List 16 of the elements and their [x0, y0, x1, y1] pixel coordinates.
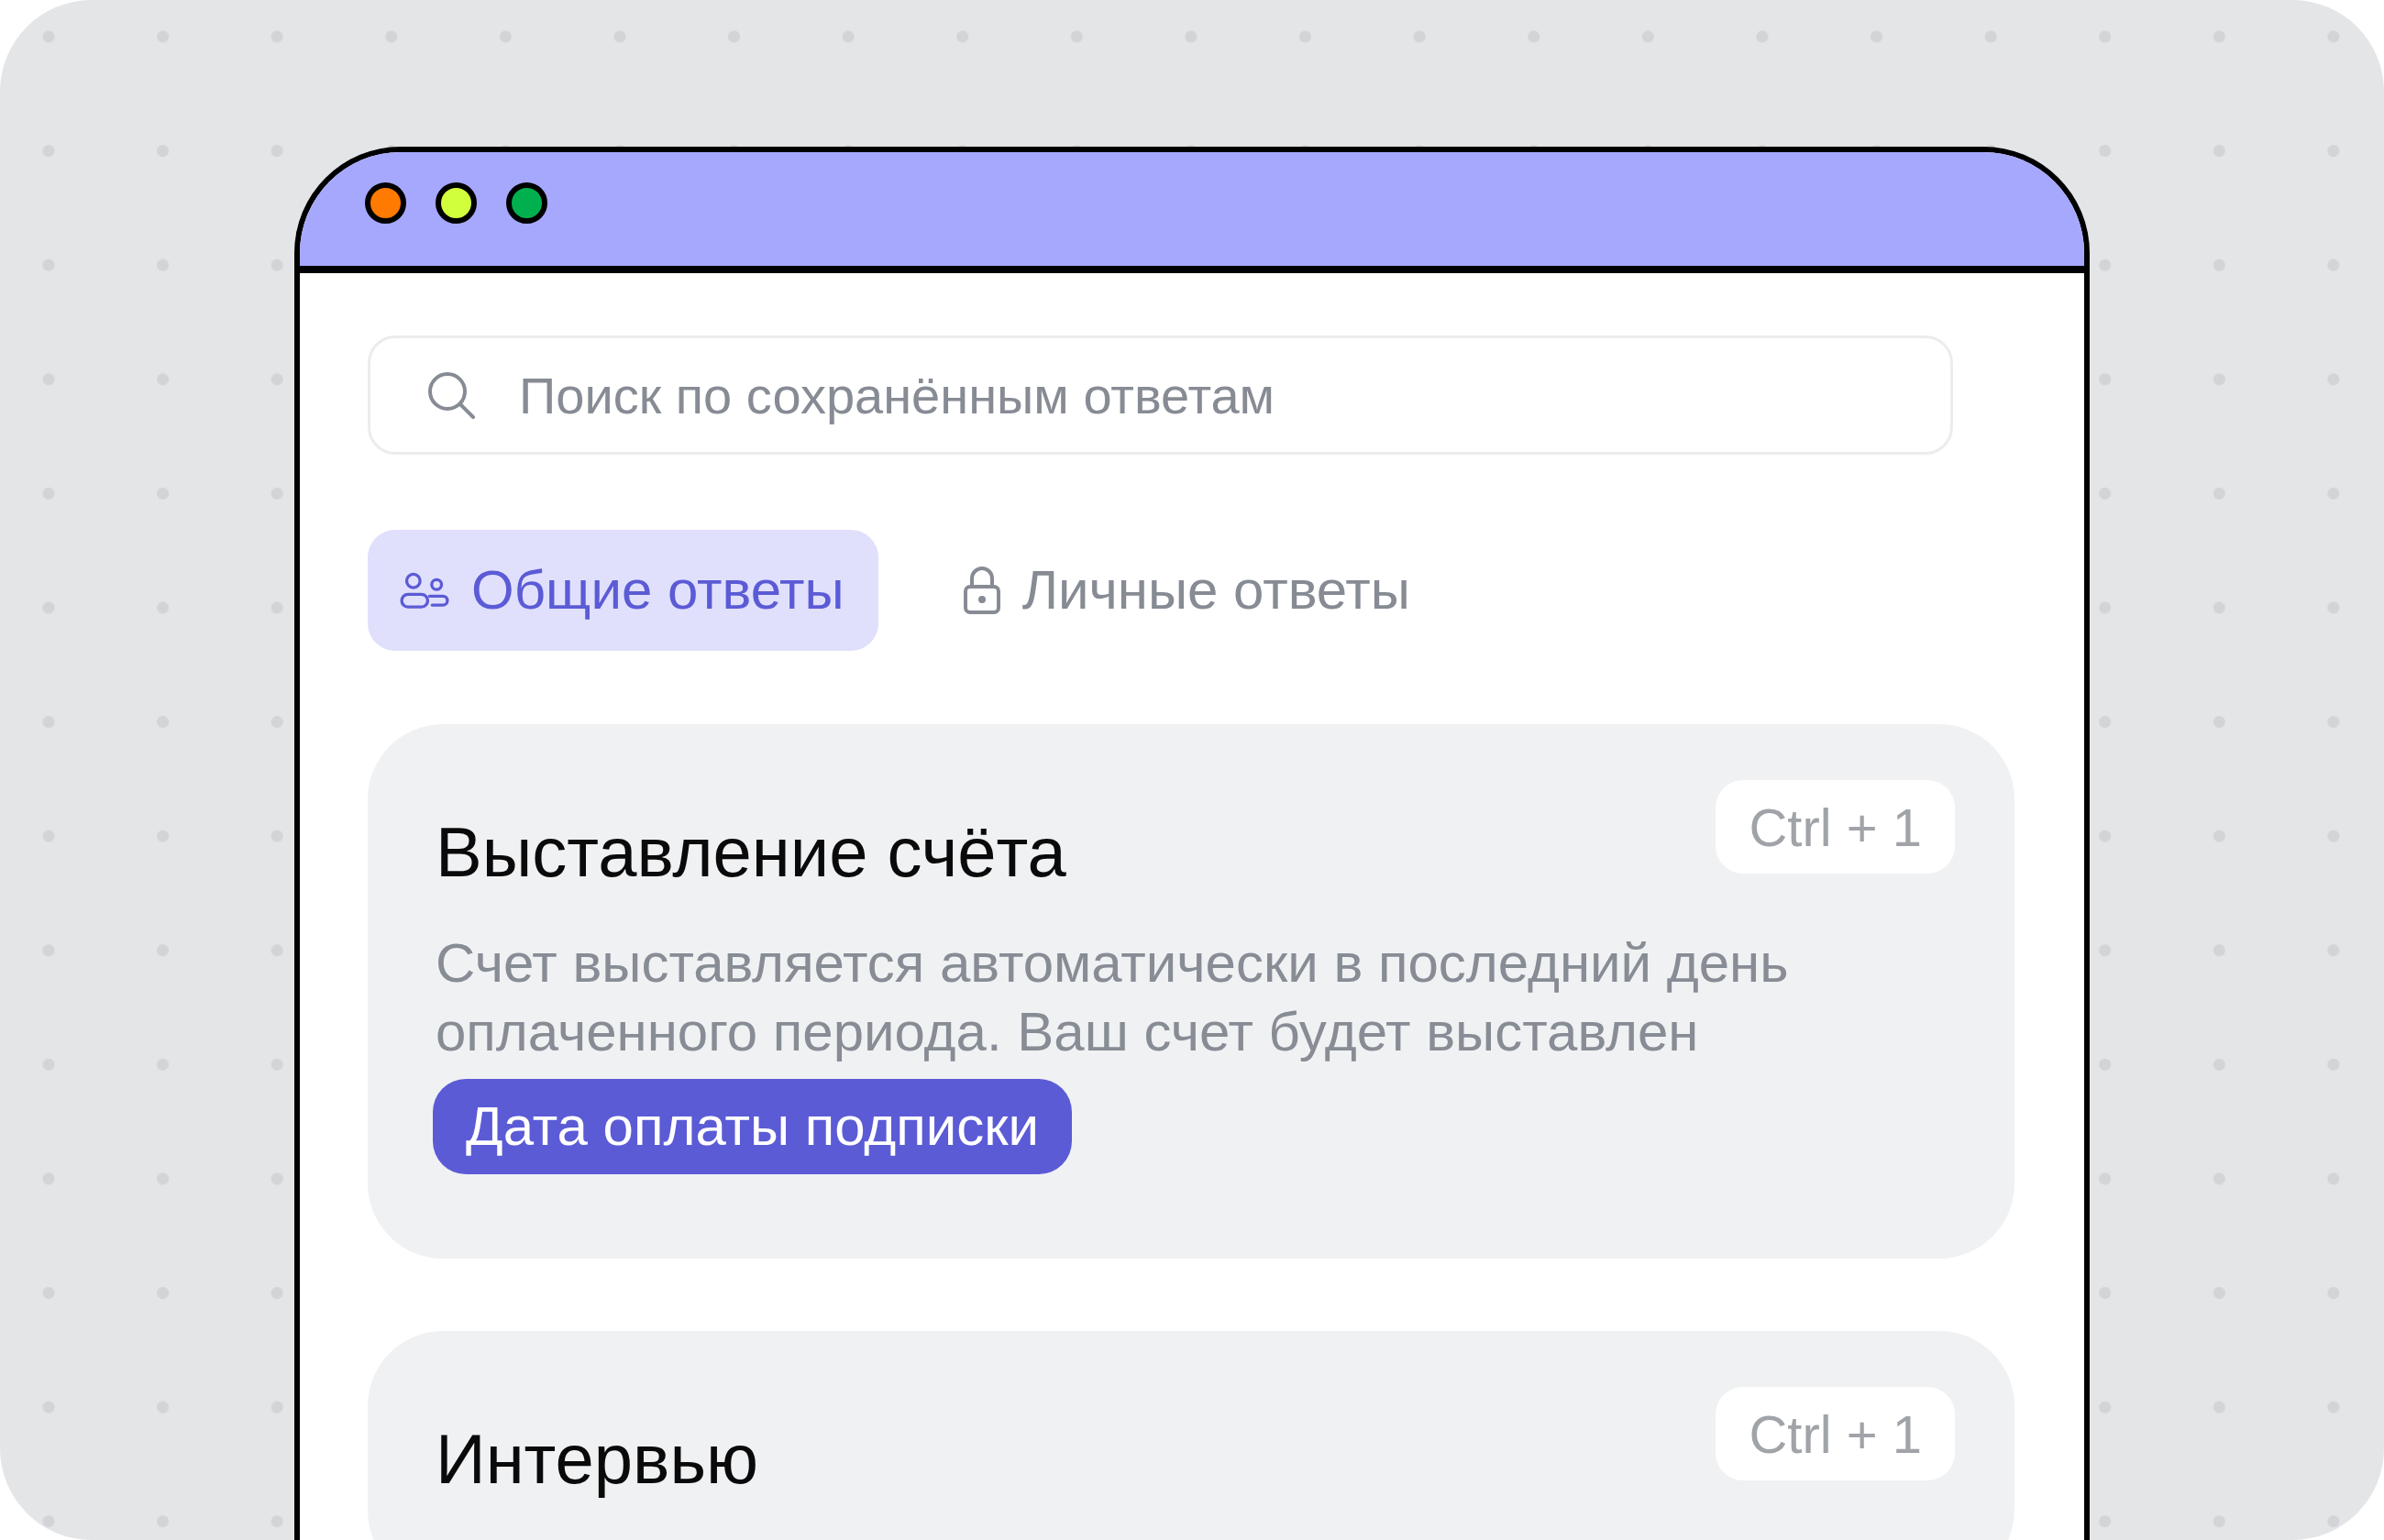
answer-text: Счет выставляется автоматически в последний день оплаченного периода. Ваш счет будет выставлен	[436, 931, 1790, 1064]
window-control-dot-icon[interactable]	[506, 182, 547, 224]
window-control-dot-icon[interactable]	[436, 182, 477, 224]
shortcut-hint: Ctrl + 1	[1716, 1387, 1955, 1480]
shortcut-hint: Ctrl + 1	[1716, 780, 1955, 874]
search-field[interactable]: Поиск по сохранённым ответам	[368, 336, 1953, 455]
saved-answer-card[interactable]: Интервью Ctrl + 1	[368, 1331, 2014, 1540]
padlock-icon	[962, 566, 1001, 615]
answer-title: Выставление счёта	[436, 812, 1066, 893]
two-people-icon	[400, 571, 450, 610]
template-variable-tag: Дата оплаты подписки	[433, 1079, 1073, 1174]
window-control-dot-icon[interactable]	[365, 182, 406, 224]
search-icon	[425, 369, 477, 421]
saved-answer-card[interactable]: Выставление счёта Ctrl + 1 Счет выставляется автоматически в последний день оплаченного периода. Ваш счет будет выставлен Дата оплаты подписки	[368, 724, 2014, 1259]
tab[interactable]: Общие ответы	[368, 530, 878, 651]
answer-title: Интервью	[436, 1419, 759, 1500]
